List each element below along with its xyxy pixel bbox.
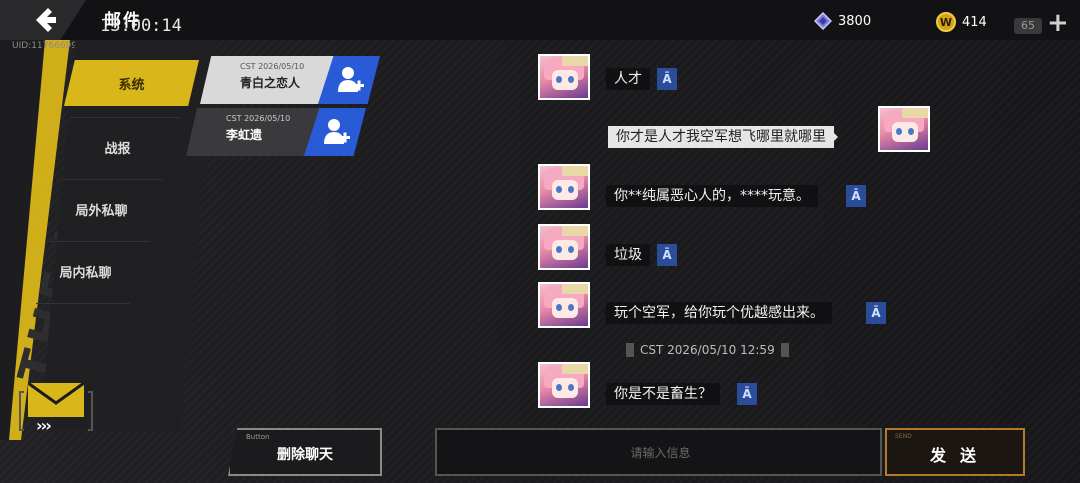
sidebar: 系统 战报 局外私聊 局内私聊 — [0, 40, 215, 430]
sidebar-item-label: 系统 — [118, 77, 145, 93]
contact-date: CST 2026/05/10 — [226, 114, 291, 123]
message-input[interactable] — [437, 430, 884, 476]
translate-button[interactable]: Ā — [657, 244, 677, 266]
contact-date: CST 2026/05/10 — [240, 62, 305, 71]
add-friend-icon — [338, 67, 364, 92]
delete-chat-button[interactable]: Button 删除聊天 — [228, 428, 382, 476]
message-bubble: 垃圾 — [604, 244, 650, 266]
message-bubble: 玩个空军，给你玩个优越感出来。 — [604, 302, 832, 324]
avatar[interactable] — [538, 282, 590, 328]
gem-amount: 3800 — [838, 13, 872, 29]
divider — [62, 179, 162, 180]
chat-log[interactable]: 人才 Ā 你才是人才我空军想飞哪里就哪里 你**纯属恶心人的，****玩意。 Ā… — [520, 48, 940, 408]
message-bubble: 人才 — [604, 68, 650, 90]
message-bubble: 你是不是畜生？ — [604, 383, 720, 405]
sidebar-item-outside-chat[interactable]: 局外私聊 — [34, 186, 169, 232]
avatar[interactable] — [538, 164, 590, 210]
sidebar-item-inside-chat[interactable]: 局内私聊 — [18, 248, 153, 294]
contact-name: 青白之恋人 — [240, 76, 301, 90]
translate-button[interactable]: Ā — [657, 68, 677, 90]
contact-name: 李虹遗 — [226, 128, 263, 142]
gem-icon — [814, 12, 832, 30]
divider — [36, 303, 130, 304]
sidebar-item-label: 局内私聊 — [59, 265, 112, 281]
message-bubble-mine: 你才是人才我空军想飞哪里就哪里 — [608, 126, 838, 148]
timestamp: CST 2026/05/10 12:59 — [626, 343, 789, 357]
divider — [50, 241, 150, 242]
clock: 13:00:14 — [100, 16, 182, 36]
message-bubble: 你**纯属恶心人的，****玩意。 — [604, 185, 818, 207]
add-friend-icon — [324, 119, 350, 144]
top-bar: 邮件 13:00:14 3800 W 414 65 + — [0, 0, 1080, 40]
avatar[interactable] — [538, 224, 590, 270]
sidebar-item-system[interactable]: 系统 — [64, 60, 199, 106]
mail-button[interactable]: ››› — [18, 378, 94, 438]
sidebar-item-label: 局外私聊 — [75, 203, 128, 219]
divider — [70, 117, 180, 118]
coin-icon: W — [936, 12, 956, 32]
sidebar-item-label: 战报 — [104, 141, 131, 157]
coin-amount: 414 — [962, 14, 987, 30]
avatar[interactable] — [538, 54, 590, 100]
avatar-self[interactable] — [878, 106, 930, 152]
back-arrow-icon — [36, 8, 56, 32]
timestamp-text: CST 2026/05/10 12:59 — [640, 343, 775, 357]
coin-counter: W 414 — [936, 12, 987, 32]
send-caption: SEND — [895, 433, 912, 440]
contact-item[interactable]: CST 2026/05/10 青白之恋人 — [200, 56, 380, 104]
back-button[interactable] — [0, 0, 86, 40]
avatar[interactable] — [538, 362, 590, 408]
send-button[interactable]: SEND 发送 — [885, 428, 1025, 476]
translate-button[interactable]: Ā — [866, 302, 886, 324]
translate-button[interactable]: Ā — [737, 383, 757, 405]
envelope-icon — [28, 383, 84, 417]
add-currency-button[interactable]: + — [1047, 10, 1069, 36]
delete-chat-label: 删除聊天 — [277, 447, 333, 463]
sidebar-item-battle-report[interactable]: 战报 — [50, 124, 185, 170]
chevrons-icon: ››› — [36, 416, 52, 435]
message-input-box[interactable] — [435, 428, 884, 476]
button-caption: Button — [246, 433, 270, 441]
gem-counter: 3800 — [814, 12, 871, 30]
send-label: 发送 — [929, 446, 990, 465]
translate-button[interactable]: Ā — [846, 185, 866, 207]
stamina-value: 65 — [1014, 18, 1042, 34]
contact-item[interactable]: CST 2026/05/10 李虹遗 — [186, 108, 366, 156]
